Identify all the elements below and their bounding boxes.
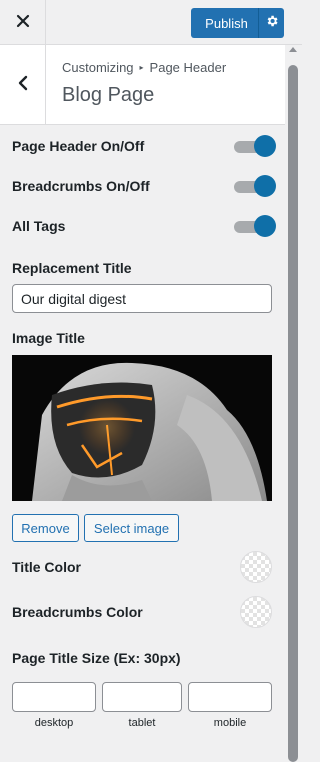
- gear-icon: [265, 14, 279, 33]
- toggle-row-page-header: Page Header On/Off: [12, 131, 276, 161]
- breadcrumb-root: Customizing: [62, 60, 134, 75]
- page-title: Blog Page: [62, 84, 155, 106]
- breadcrumbs-color-row: Breadcrumbs Color: [12, 595, 272, 629]
- scrollbar[interactable]: [285, 45, 302, 762]
- title-color-label: Title Color: [12, 559, 81, 575]
- title-size-label: Page Title Size (Ex: 30px): [12, 650, 181, 666]
- close-button[interactable]: [0, 0, 46, 45]
- breadcrumbs-color-label: Breadcrumbs Color: [12, 604, 143, 620]
- toggle-row-all-tags: All Tags: [12, 211, 276, 241]
- desktop-caption: desktop: [34, 717, 74, 729]
- publish-settings-button[interactable]: [258, 8, 284, 38]
- tablet-caption: tablet: [128, 717, 156, 729]
- breadcrumbs-color-swatch[interactable]: [240, 596, 272, 628]
- toggle-label: All Tags: [12, 218, 66, 234]
- title-size-tablet-input[interactable]: [102, 682, 182, 712]
- remove-image-button[interactable]: Remove: [12, 514, 79, 542]
- replacement-title-input[interactable]: [12, 284, 272, 313]
- toggle-row-breadcrumbs: Breadcrumbs On/Off: [12, 171, 276, 201]
- select-image-button[interactable]: Select image: [84, 514, 179, 542]
- breadcrumb-separator: ▸: [139, 63, 144, 72]
- toggle-knob: [254, 215, 276, 237]
- controls-panel: Page Header On/Off Breadcrumbs On/Off Al…: [0, 125, 285, 762]
- customizer-topbar: Publish: [0, 0, 302, 45]
- toggle-label: Page Header On/Off: [12, 138, 145, 154]
- scroll-up-arrow-icon[interactable]: [289, 47, 297, 52]
- toggle-knob: [254, 175, 276, 197]
- breadcrumbs-toggle[interactable]: [234, 174, 276, 198]
- section-header: Customizing ▸ Page Header Blog Page: [0, 45, 285, 125]
- publish-group: Publish: [191, 8, 284, 38]
- breadcrumb-current: Page Header: [149, 60, 227, 75]
- mobile-caption: mobile: [213, 717, 247, 729]
- image-title-label: Image Title: [12, 330, 85, 346]
- publish-button[interactable]: Publish: [191, 8, 258, 38]
- chevron-left-icon: [17, 75, 29, 96]
- page-header-toggle[interactable]: [234, 134, 276, 158]
- toggle-label: Breadcrumbs On/Off: [12, 178, 150, 194]
- title-color-row: Title Color: [12, 550, 272, 584]
- title-size-desktop-input[interactable]: [12, 682, 96, 712]
- all-tags-toggle[interactable]: [234, 214, 276, 238]
- replacement-title-label: Replacement Title: [12, 260, 132, 276]
- toggle-knob: [254, 135, 276, 157]
- breadcrumb: Customizing ▸ Page Header: [62, 60, 226, 75]
- scroll-thumb[interactable]: [288, 65, 298, 762]
- image-title-preview: [12, 355, 272, 501]
- title-color-swatch[interactable]: [240, 551, 272, 583]
- masked-figure-image: [12, 355, 272, 501]
- title-size-mobile-input[interactable]: [188, 682, 272, 712]
- back-button[interactable]: [0, 45, 46, 125]
- close-icon: [16, 11, 30, 34]
